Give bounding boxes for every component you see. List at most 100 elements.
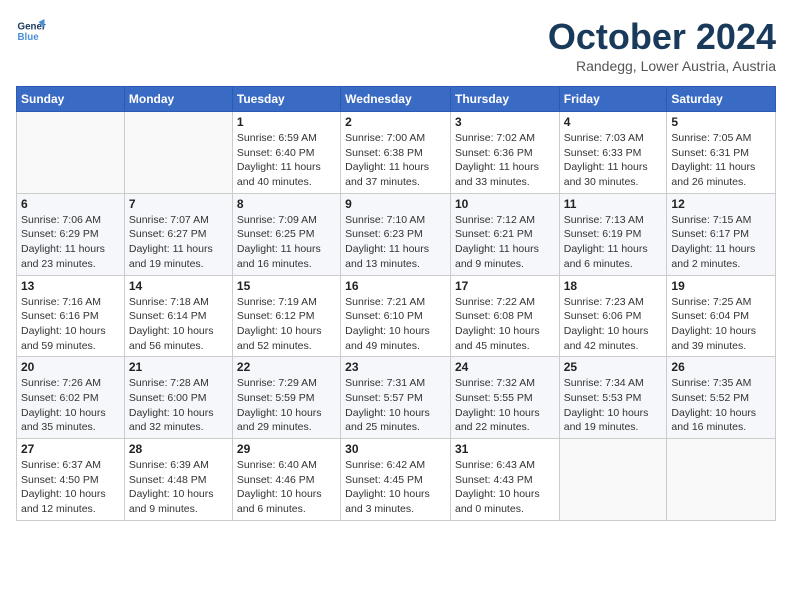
calendar-cell: 12 Sunrise: 7:15 AM Sunset: 6:17 PM Dayli…	[667, 193, 776, 275]
weekday-header-sunday: Sunday	[17, 87, 125, 112]
calendar-table: SundayMondayTuesdayWednesdayThursdayFrid…	[16, 86, 776, 521]
day-number: 22	[237, 360, 336, 374]
day-number: 12	[671, 197, 771, 211]
page-header: General Blue October 2024 Randegg, Lower…	[16, 16, 776, 74]
calendar-cell	[17, 112, 125, 194]
day-number: 27	[21, 442, 120, 456]
calendar-week-2: 6 Sunrise: 7:06 AM Sunset: 6:29 PM Daylig…	[17, 193, 776, 275]
day-number: 3	[455, 115, 555, 129]
logo: General Blue	[16, 16, 50, 46]
day-number: 21	[129, 360, 228, 374]
day-number: 28	[129, 442, 228, 456]
calendar-week-5: 27 Sunrise: 6:37 AM Sunset: 4:50 PM Dayli…	[17, 439, 776, 521]
day-detail: Sunrise: 7:06 AM Sunset: 6:29 PM Dayligh…	[21, 213, 120, 272]
day-detail: Sunrise: 7:03 AM Sunset: 6:33 PM Dayligh…	[564, 131, 663, 190]
day-number: 31	[455, 442, 555, 456]
day-detail: Sunrise: 7:34 AM Sunset: 5:53 PM Dayligh…	[564, 376, 663, 435]
day-number: 17	[455, 279, 555, 293]
day-number: 2	[345, 115, 446, 129]
calendar-cell	[124, 112, 232, 194]
calendar-cell: 27 Sunrise: 6:37 AM Sunset: 4:50 PM Dayli…	[17, 439, 125, 521]
day-detail: Sunrise: 7:12 AM Sunset: 6:21 PM Dayligh…	[455, 213, 555, 272]
calendar-cell: 25 Sunrise: 7:34 AM Sunset: 5:53 PM Dayli…	[559, 357, 667, 439]
day-number: 25	[564, 360, 663, 374]
title-block: October 2024 Randegg, Lower Austria, Aus…	[548, 16, 776, 74]
calendar-cell: 17 Sunrise: 7:22 AM Sunset: 6:08 PM Dayli…	[450, 275, 559, 357]
month-title: October 2024	[548, 16, 776, 58]
day-number: 6	[21, 197, 120, 211]
weekday-header-monday: Monday	[124, 87, 232, 112]
day-detail: Sunrise: 7:26 AM Sunset: 6:02 PM Dayligh…	[21, 376, 120, 435]
day-detail: Sunrise: 7:22 AM Sunset: 6:08 PM Dayligh…	[455, 295, 555, 354]
day-detail: Sunrise: 7:21 AM Sunset: 6:10 PM Dayligh…	[345, 295, 446, 354]
day-detail: Sunrise: 7:23 AM Sunset: 6:06 PM Dayligh…	[564, 295, 663, 354]
calendar-cell: 7 Sunrise: 7:07 AM Sunset: 6:27 PM Daylig…	[124, 193, 232, 275]
calendar-cell: 26 Sunrise: 7:35 AM Sunset: 5:52 PM Dayli…	[667, 357, 776, 439]
calendar-week-1: 1 Sunrise: 6:59 AM Sunset: 6:40 PM Daylig…	[17, 112, 776, 194]
calendar-cell: 5 Sunrise: 7:05 AM Sunset: 6:31 PM Daylig…	[667, 112, 776, 194]
day-detail: Sunrise: 7:16 AM Sunset: 6:16 PM Dayligh…	[21, 295, 120, 354]
day-number: 24	[455, 360, 555, 374]
day-number: 11	[564, 197, 663, 211]
calendar-cell	[667, 439, 776, 521]
day-number: 19	[671, 279, 771, 293]
day-detail: Sunrise: 7:09 AM Sunset: 6:25 PM Dayligh…	[237, 213, 336, 272]
svg-text:Blue: Blue	[18, 32, 40, 43]
day-detail: Sunrise: 7:05 AM Sunset: 6:31 PM Dayligh…	[671, 131, 771, 190]
calendar-cell: 29 Sunrise: 6:40 AM Sunset: 4:46 PM Dayli…	[232, 439, 340, 521]
calendar-cell: 11Sunrise: 7:13 AM Sunset: 6:19 PM Dayli…	[559, 193, 667, 275]
calendar-cell: 6 Sunrise: 7:06 AM Sunset: 6:29 PM Daylig…	[17, 193, 125, 275]
day-number: 8	[237, 197, 336, 211]
day-number: 29	[237, 442, 336, 456]
calendar-cell: 30 Sunrise: 6:42 AM Sunset: 4:45 PM Dayli…	[341, 439, 451, 521]
day-number: 20	[21, 360, 120, 374]
calendar-cell: 10Sunrise: 7:12 AM Sunset: 6:21 PM Dayli…	[450, 193, 559, 275]
day-detail: Sunrise: 6:59 AM Sunset: 6:40 PM Dayligh…	[237, 131, 336, 190]
day-detail: Sunrise: 6:40 AM Sunset: 4:46 PM Dayligh…	[237, 458, 336, 517]
day-number: 18	[564, 279, 663, 293]
day-detail: Sunrise: 6:37 AM Sunset: 4:50 PM Dayligh…	[21, 458, 120, 517]
day-number: 13	[21, 279, 120, 293]
calendar-cell: 18 Sunrise: 7:23 AM Sunset: 6:06 PM Dayli…	[559, 275, 667, 357]
day-detail: Sunrise: 7:00 AM Sunset: 6:38 PM Dayligh…	[345, 131, 446, 190]
day-number: 1	[237, 115, 336, 129]
weekday-header-tuesday: Tuesday	[232, 87, 340, 112]
day-detail: Sunrise: 7:07 AM Sunset: 6:27 PM Dayligh…	[129, 213, 228, 272]
calendar-cell: 21Sunrise: 7:28 AM Sunset: 6:00 PM Dayli…	[124, 357, 232, 439]
day-number: 30	[345, 442, 446, 456]
day-detail: Sunrise: 7:29 AM Sunset: 5:59 PM Dayligh…	[237, 376, 336, 435]
weekday-header-saturday: Saturday	[667, 87, 776, 112]
calendar-cell: 28 Sunrise: 6:39 AM Sunset: 4:48 PM Dayli…	[124, 439, 232, 521]
day-number: 7	[129, 197, 228, 211]
calendar-week-3: 13 Sunrise: 7:16 AM Sunset: 6:16 PM Dayli…	[17, 275, 776, 357]
day-number: 16	[345, 279, 446, 293]
calendar-cell: 20 Sunrise: 7:26 AM Sunset: 6:02 PM Dayli…	[17, 357, 125, 439]
weekday-header-thursday: Thursday	[450, 87, 559, 112]
location: Randegg, Lower Austria, Austria	[548, 58, 776, 74]
calendar-cell: 23Sunrise: 7:31 AM Sunset: 5:57 PM Dayli…	[341, 357, 451, 439]
calendar-cell: 31 Sunrise: 6:43 AM Sunset: 4:43 PM Dayli…	[450, 439, 559, 521]
day-detail: Sunrise: 7:19 AM Sunset: 6:12 PM Dayligh…	[237, 295, 336, 354]
day-detail: Sunrise: 7:25 AM Sunset: 6:04 PM Dayligh…	[671, 295, 771, 354]
day-number: 23	[345, 360, 446, 374]
day-detail: Sunrise: 7:02 AM Sunset: 6:36 PM Dayligh…	[455, 131, 555, 190]
calendar-cell: 8 Sunrise: 7:09 AM Sunset: 6:25 PM Daylig…	[232, 193, 340, 275]
day-number: 9	[345, 197, 446, 211]
calendar-cell: 22 Sunrise: 7:29 AM Sunset: 5:59 PM Dayli…	[232, 357, 340, 439]
calendar-cell: 19 Sunrise: 7:25 AM Sunset: 6:04 PM Dayli…	[667, 275, 776, 357]
day-detail: Sunrise: 7:15 AM Sunset: 6:17 PM Dayligh…	[671, 213, 771, 272]
calendar-week-4: 20 Sunrise: 7:26 AM Sunset: 6:02 PM Dayli…	[17, 357, 776, 439]
weekday-header-friday: Friday	[559, 87, 667, 112]
day-number: 26	[671, 360, 771, 374]
day-number: 4	[564, 115, 663, 129]
day-detail: Sunrise: 7:35 AM Sunset: 5:52 PM Dayligh…	[671, 376, 771, 435]
calendar-cell: 2 Sunrise: 7:00 AM Sunset: 6:38 PM Daylig…	[341, 112, 451, 194]
calendar-cell: 1 Sunrise: 6:59 AM Sunset: 6:40 PM Daylig…	[232, 112, 340, 194]
day-detail: Sunrise: 6:39 AM Sunset: 4:48 PM Dayligh…	[129, 458, 228, 517]
calendar-cell: 16 Sunrise: 7:21 AM Sunset: 6:10 PM Dayli…	[341, 275, 451, 357]
day-detail: Sunrise: 6:42 AM Sunset: 4:45 PM Dayligh…	[345, 458, 446, 517]
day-number: 5	[671, 115, 771, 129]
calendar-cell: 13 Sunrise: 7:16 AM Sunset: 6:16 PM Dayli…	[17, 275, 125, 357]
day-detail: Sunrise: 6:43 AM Sunset: 4:43 PM Dayligh…	[455, 458, 555, 517]
calendar-cell: 14Sunrise: 7:18 AM Sunset: 6:14 PM Dayli…	[124, 275, 232, 357]
